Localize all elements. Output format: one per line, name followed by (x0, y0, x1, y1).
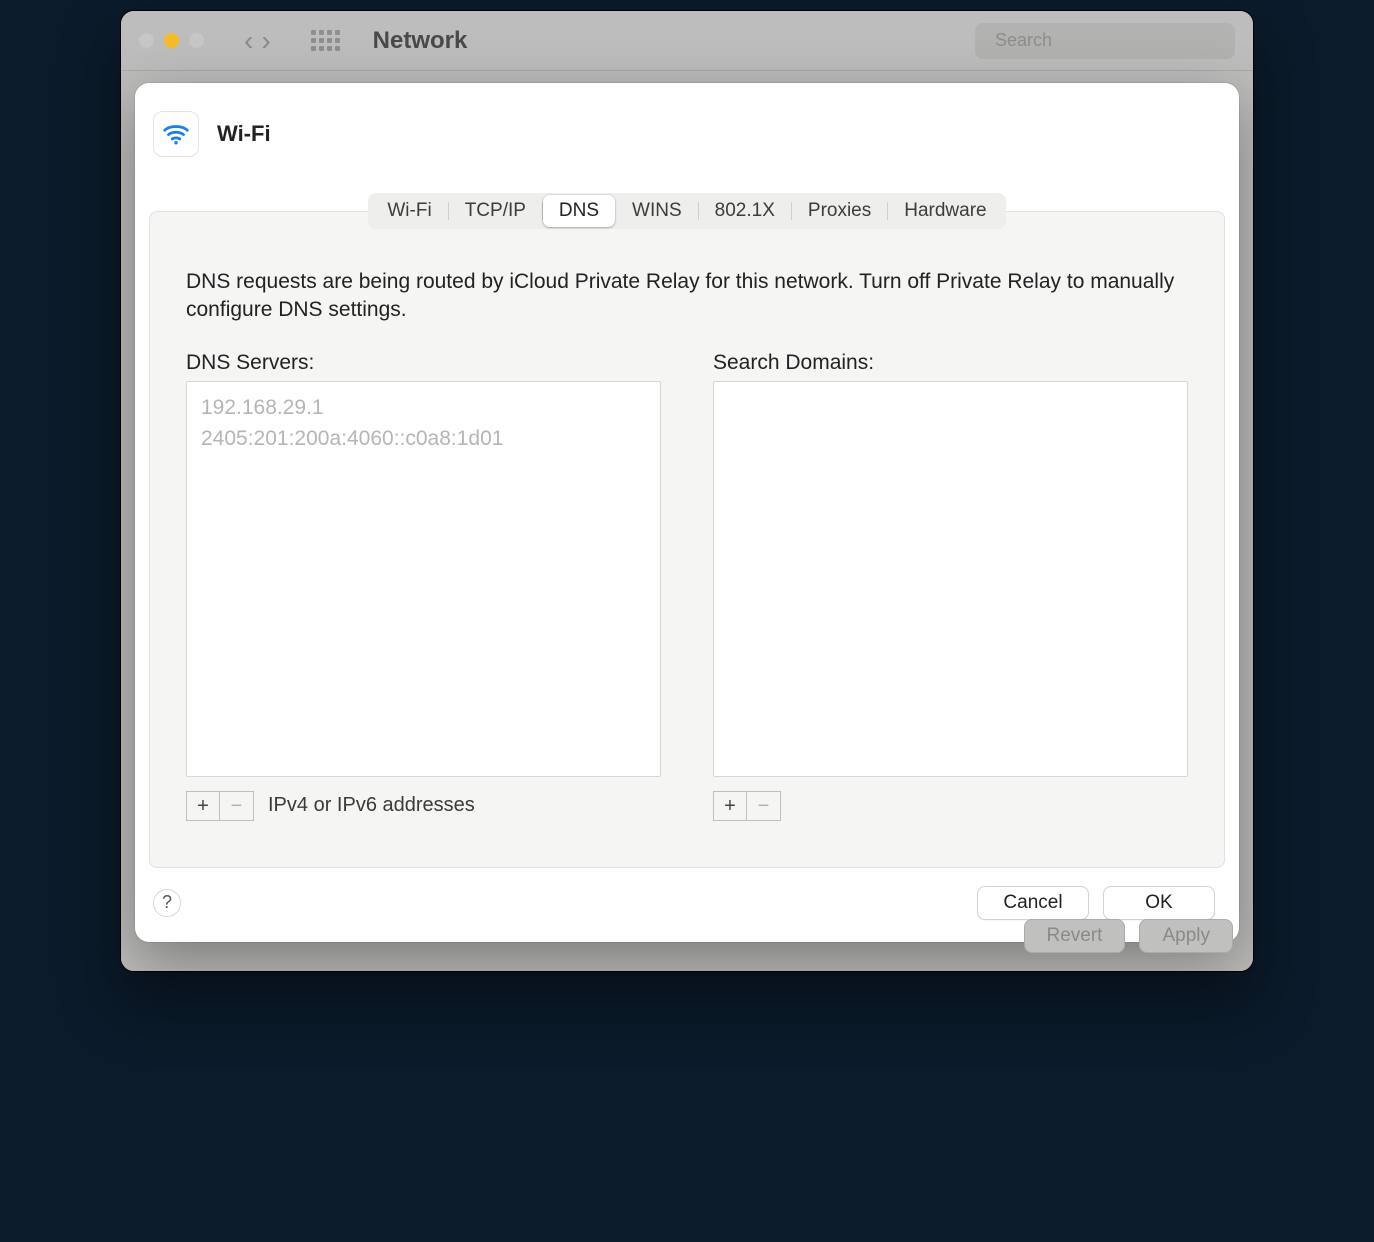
wifi-icon (153, 111, 199, 157)
sheet-header: Wi-Fi (135, 111, 1239, 175)
tab-802-1x[interactable]: 802.1X (699, 195, 791, 227)
window-zoom-button[interactable] (189, 33, 204, 48)
sheet-title: Wi-Fi (217, 121, 271, 147)
dns-server-item[interactable]: 192.168.29.1 (201, 392, 646, 424)
network-preferences-window: ‹ › Network Wi-Fi (120, 10, 1254, 972)
search-domains-remove-button[interactable]: − (747, 791, 781, 821)
dns-servers-label: DNS Servers: (186, 351, 661, 375)
help-button[interactable]: ? (153, 889, 181, 917)
search-domains-add-button[interactable]: + (713, 791, 747, 821)
dns-panel: DNS requests are being routed by iCloud … (149, 211, 1225, 868)
window-footer: Revert Apply (1024, 919, 1234, 953)
window-title: Network (373, 27, 468, 55)
search-input[interactable] (995, 30, 1227, 51)
search-domains-list[interactable] (713, 381, 1188, 777)
window-traffic-lights (139, 33, 204, 48)
cancel-button[interactable]: Cancel (977, 886, 1089, 920)
back-button[interactable]: ‹ (244, 27, 253, 55)
tab-dns[interactable]: DNS (543, 195, 615, 227)
window-close-button[interactable] (139, 33, 154, 48)
wifi-settings-sheet: Wi-Fi Wi-FiTCP/IPDNSWINS802.1XProxiesHar… (135, 83, 1239, 942)
search-domains-label: Search Domains: (713, 351, 1188, 375)
dns-servers-list[interactable]: 192.168.29.12405:201:200a:4060::c0a8:1d0… (186, 381, 661, 777)
dns-servers-column: DNS Servers: 192.168.29.12405:201:200a:4… (186, 351, 661, 821)
window-minimize-button[interactable] (164, 33, 179, 48)
tab-wins[interactable]: WINS (616, 195, 698, 227)
dns-hint: IPv4 or IPv6 addresses (268, 794, 475, 817)
ok-button[interactable]: OK (1103, 886, 1215, 920)
tab-wi-fi[interactable]: Wi-Fi (371, 195, 447, 227)
tab-tcp-ip[interactable]: TCP/IP (449, 195, 542, 227)
tab-hardware[interactable]: Hardware (888, 195, 1002, 227)
tabs: Wi-FiTCP/IPDNSWINS802.1XProxiesHardware (135, 193, 1239, 229)
dns-add-button[interactable]: + (186, 791, 220, 821)
window-body: Wi-Fi Wi-FiTCP/IPDNSWINS802.1XProxiesHar… (121, 71, 1253, 971)
apply-button[interactable]: Apply (1139, 919, 1233, 953)
private-relay-notice: DNS requests are being routed by iCloud … (186, 268, 1188, 325)
search-field-wrap[interactable] (975, 23, 1235, 59)
dns-server-item[interactable]: 2405:201:200a:4060::c0a8:1d01 (201, 423, 646, 455)
tab-proxies[interactable]: Proxies (792, 195, 887, 227)
revert-button[interactable]: Revert (1024, 919, 1126, 953)
window-titlebar: ‹ › Network (121, 11, 1253, 71)
search-domains-column: Search Domains: + − (713, 351, 1188, 821)
show-all-button[interactable] (311, 30, 339, 52)
forward-button[interactable]: › (261, 27, 270, 55)
nav-arrows: ‹ › (244, 27, 271, 55)
dns-remove-button[interactable]: − (220, 791, 254, 821)
